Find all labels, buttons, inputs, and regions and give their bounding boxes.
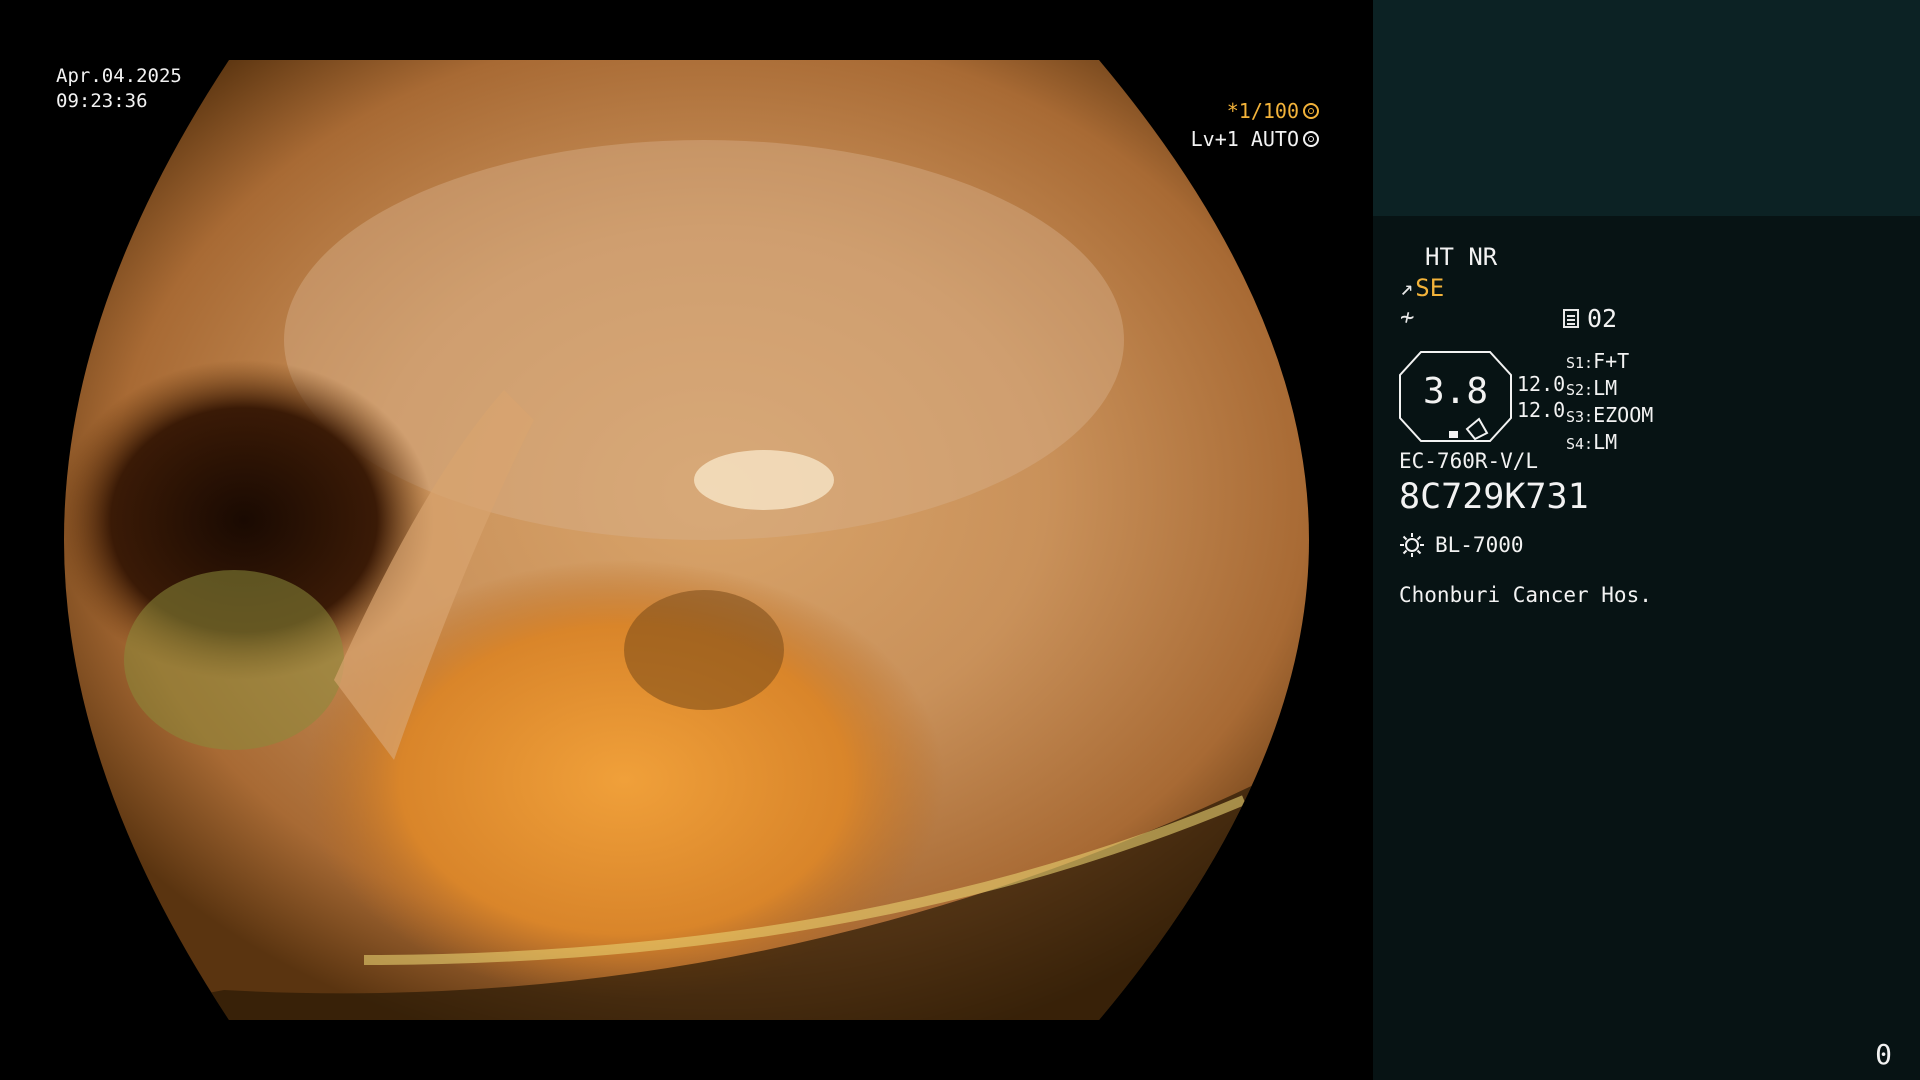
level-indicator: Lv+1 AUTO [1191, 127, 1319, 151]
image-counter: 0 [1875, 1038, 1892, 1071]
se-label: SE [1415, 274, 1445, 302]
endoscopic-image [64, 60, 1309, 1020]
endoscope-view: Apr.04.2025 09:23:36 *1/100 Lv+1 AUTO [0, 0, 1373, 1080]
pen-icon: ↗ [1400, 275, 1414, 301]
octagon-display: 3.8 [1399, 351, 1512, 442]
exposure-icon [1303, 103, 1319, 119]
light-source-text: BL-7000 [1435, 533, 1524, 557]
switch-slots: S1:F+T S2:LM S3:EZOOM S4:LM [1566, 349, 1653, 457]
time-text: 09:23:36 [56, 90, 148, 112]
auto-icon [1303, 131, 1319, 147]
mode-row: 02 [1563, 304, 1617, 333]
level-text: Lv+1 AUTO [1190, 127, 1299, 151]
slot-s4: S4:LM [1566, 430, 1618, 454]
datetime: Apr.04.2025 09:23:36 [56, 64, 182, 114]
value-1: 12.0 [1517, 372, 1566, 396]
structure-icon: ≁ [1400, 303, 1415, 331]
date-text: Apr.04.2025 [56, 65, 182, 87]
panel-header-block [1373, 0, 1920, 216]
slot-s2: S2:LM [1566, 376, 1618, 400]
exposure-text: *1/100 [1226, 99, 1299, 123]
serial-number: 8C729K731 [1399, 477, 1589, 517]
scope-model: EC-760R-V/L [1399, 449, 1539, 473]
ht-nr-label: HT NR [1425, 243, 1498, 271]
document-icon [1563, 309, 1579, 328]
value-2: 12.0 [1517, 398, 1566, 422]
mode-number: 02 [1587, 304, 1618, 333]
se-row: ↗ SE [1400, 274, 1444, 302]
info-panel: HT NR ↗ SE ≁ 02 3.8 12.0 12.0 S1:F+T S2:… [1373, 0, 1920, 1080]
light-source-row: BL-7000 [1399, 532, 1524, 558]
slot-s3: S3:EZOOM [1566, 403, 1654, 427]
sun-icon [1399, 532, 1425, 558]
octagon-value: 3.8 [1422, 371, 1489, 412]
hospital-name: Chonburi Cancer Hos. [1399, 583, 1652, 607]
exposure-indicator: *1/100 [1227, 99, 1319, 123]
slot-s1: S1:F+T [1566, 349, 1630, 373]
